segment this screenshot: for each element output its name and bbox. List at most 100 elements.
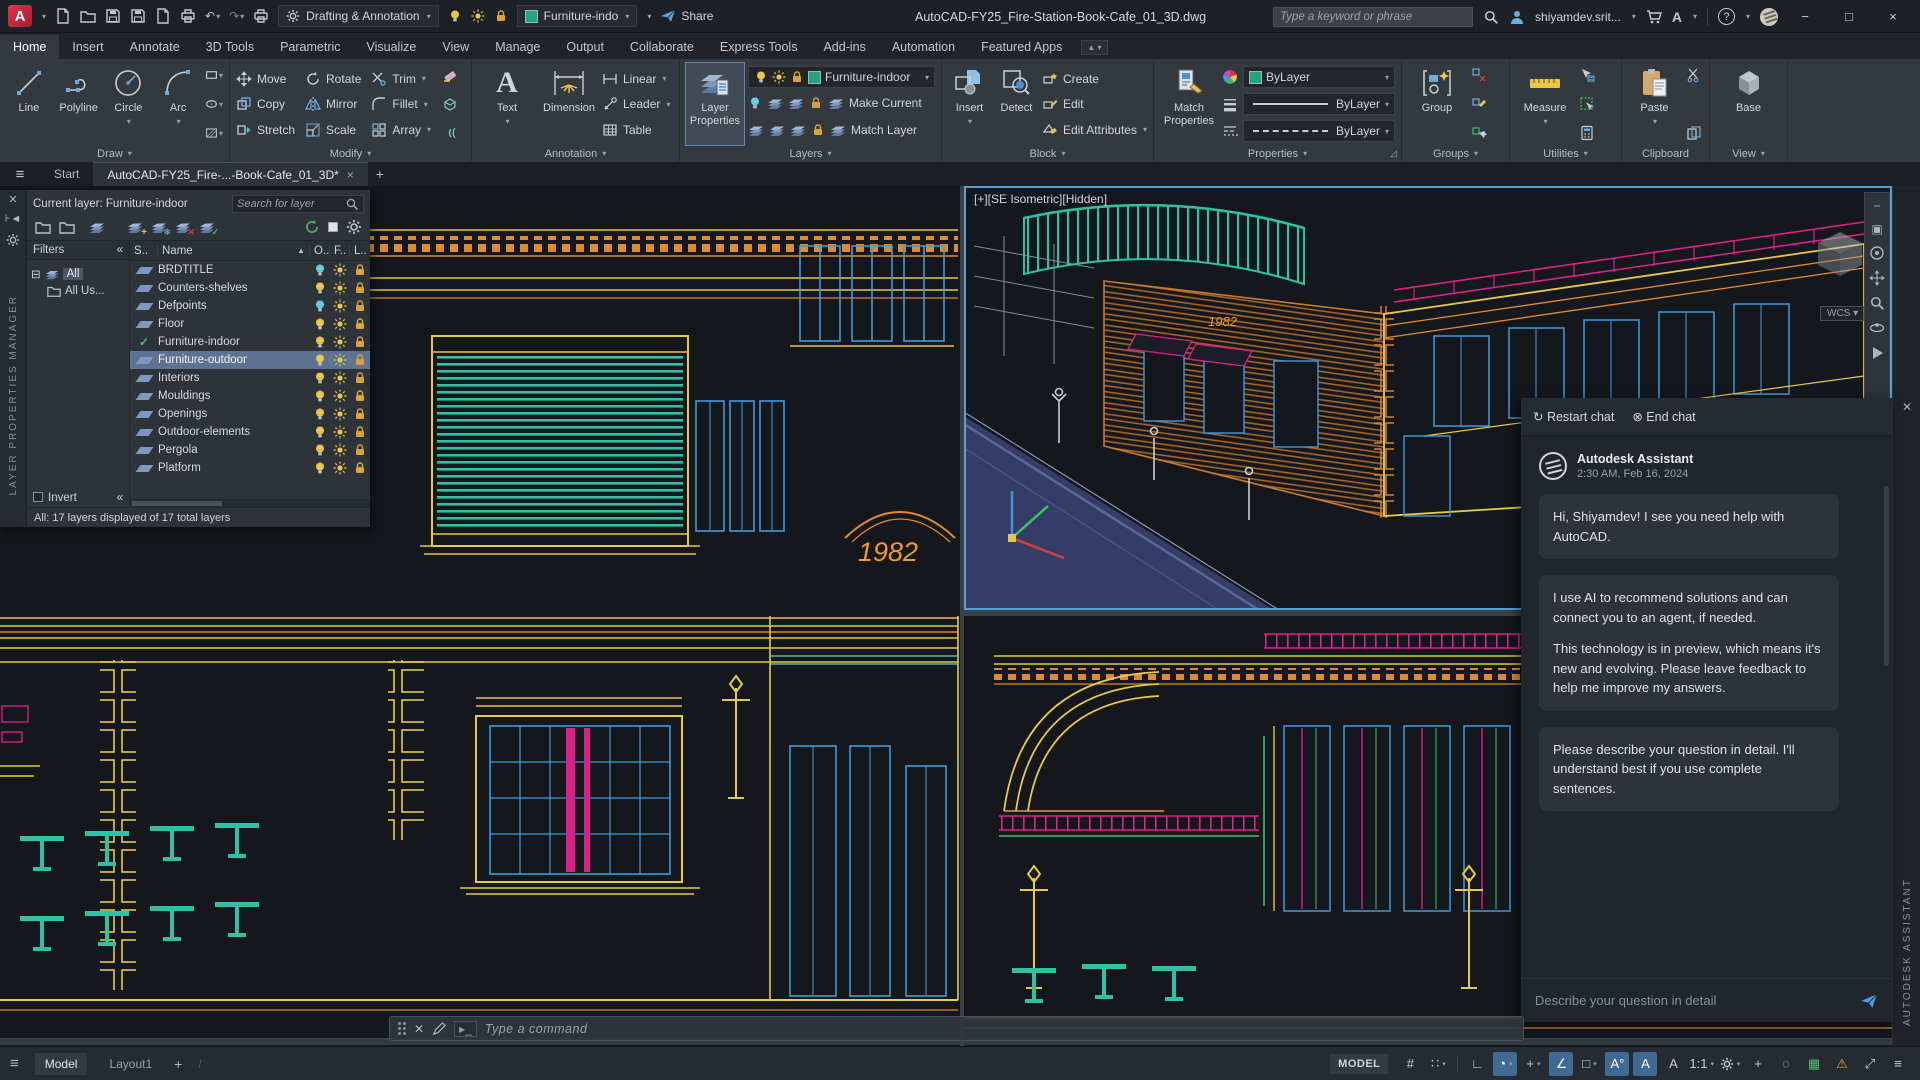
annotation-monitor-icon[interactable]: ⚠ xyxy=(1830,1052,1854,1076)
linear-button[interactable]: Linear ▾ xyxy=(602,66,670,91)
panel-label-block[interactable]: Block ▾ xyxy=(942,145,1153,162)
layer-lock-icon[interactable] xyxy=(350,317,370,331)
customize-command-icon[interactable] xyxy=(432,1021,446,1036)
restart-chat-button[interactable]: ↻ Restart chat xyxy=(1533,409,1614,424)
layer-search-input[interactable] xyxy=(237,198,341,210)
command-line-close-icon[interactable]: ✕ xyxy=(414,1022,424,1036)
delete-layer-icon[interactable]: ✕ xyxy=(175,219,195,237)
layer-lock-icon[interactable] xyxy=(350,461,370,475)
layer-row[interactable]: Platform xyxy=(130,459,370,477)
undo-button[interactable]: ↶ ▾ xyxy=(205,9,220,23)
user-dropdown-icon[interactable]: ▾ xyxy=(1632,12,1636,21)
grid-toggle-icon[interactable]: # xyxy=(1398,1052,1422,1076)
tab-annotate[interactable]: Annotate xyxy=(117,35,193,59)
linetype-dropdown[interactable]: ByLayer ▾ xyxy=(1243,120,1395,142)
palette-close-icon[interactable]: ✕ xyxy=(8,195,17,206)
layer-freeze-icon[interactable] xyxy=(330,461,350,475)
select-all-icon[interactable] xyxy=(1578,66,1596,84)
layer-lock-icon[interactable] xyxy=(350,263,370,277)
qat-layer-freeze-icon[interactable] xyxy=(471,9,485,23)
scale-button[interactable]: Scale xyxy=(305,117,361,142)
object-snap-tracking-icon[interactable]: ∠ xyxy=(1549,1051,1574,1076)
logo-dropdown-icon[interactable]: ▾ xyxy=(42,12,46,21)
customization-icon[interactable]: ≡ xyxy=(1886,1052,1910,1076)
panel-label-layers[interactable]: Layers ▾ xyxy=(680,145,941,162)
line-button[interactable]: Line xyxy=(6,63,52,145)
graphics-performance-icon[interactable]: ▦ xyxy=(1802,1052,1826,1076)
tab-add-ins[interactable]: Add-ins xyxy=(810,35,878,59)
layer-dropdown[interactable]: Furniture-indoor ▾ xyxy=(748,66,935,88)
detect-button[interactable]: Detect xyxy=(995,63,1038,145)
share-button[interactable]: Share xyxy=(660,8,713,24)
plot-icon[interactable] xyxy=(180,8,196,24)
stretch-button[interactable]: Stretch xyxy=(236,117,295,142)
layer-lock-icon[interactable] xyxy=(350,281,370,295)
layer-on-icon[interactable] xyxy=(310,281,330,295)
panel-label-view[interactable]: View ▾ xyxy=(1710,145,1787,162)
crosshair-icon[interactable]: + xyxy=(1746,1052,1770,1076)
group-edit-icon[interactable] xyxy=(1470,95,1488,113)
tree-expand-icon[interactable]: ⊟ xyxy=(31,267,41,281)
polyline-button[interactable]: Polyline xyxy=(56,63,102,145)
base-button[interactable]: Base xyxy=(1720,63,1778,145)
layer-on-icon[interactable] xyxy=(310,389,330,403)
layer-row-selected[interactable]: Furniture-outdoor xyxy=(130,351,370,369)
user-avatar-icon[interactable] xyxy=(1509,9,1525,25)
app-store-icon[interactable] xyxy=(1646,9,1662,25)
layer-freeze-icon[interactable] xyxy=(330,407,350,421)
user-name[interactable]: shiyamdev.srit... xyxy=(1535,10,1621,24)
layer-on-icon[interactable] xyxy=(310,263,330,277)
save-icon[interactable] xyxy=(105,8,121,24)
refresh-icon[interactable] xyxy=(304,219,320,235)
layer-list-header[interactable]: S.. Name ▲ O.. F.. L.. xyxy=(130,241,370,261)
layer-freeze-icon[interactable] xyxy=(330,317,350,331)
layer-row[interactable]: Pergola xyxy=(130,441,370,459)
wcs-label[interactable]: WCS ▾ xyxy=(1820,306,1866,321)
layer-states-icon[interactable] xyxy=(89,219,105,235)
new-group-filter-icon[interactable] xyxy=(59,219,75,235)
ortho-toggle-icon[interactable]: ∟ xyxy=(1465,1052,1489,1076)
layer-on-icon[interactable] xyxy=(310,371,330,385)
ungroup-icon[interactable] xyxy=(1470,66,1488,84)
tab-start[interactable]: Start xyxy=(40,162,93,186)
new-layout-button[interactable]: + xyxy=(174,1056,182,1072)
tab-insert[interactable]: Insert xyxy=(59,35,116,59)
tab-automation[interactable]: Automation xyxy=(879,35,968,59)
qat-layer-on-icon[interactable] xyxy=(448,9,462,23)
new-property-filter-icon[interactable] xyxy=(35,219,51,235)
end-chat-button[interactable]: ⊗ End chat xyxy=(1632,409,1695,424)
panel-label-groups[interactable]: Groups ▾ xyxy=(1402,145,1509,162)
paste-button[interactable]: Paste ▾ xyxy=(1628,63,1681,145)
chat-input[interactable] xyxy=(1535,993,1850,1008)
new-drawing-tab-button[interactable]: + xyxy=(368,162,392,186)
cut-icon[interactable] xyxy=(1685,66,1703,84)
annotation-visibility-icon[interactable]: A° xyxy=(1605,1051,1630,1076)
snap-toggle-icon[interactable]: ∷ ▾ xyxy=(1426,1052,1450,1076)
open-icon[interactable] xyxy=(80,8,96,24)
workspace-dropdown[interactable]: Drafting & Annotation ▾ xyxy=(278,5,439,27)
layer-row[interactable]: Floor xyxy=(130,315,370,333)
tab-document[interactable]: AutoCAD-FY25_Fire-...-Book-Cafe_01_3D* × xyxy=(93,162,368,186)
invert-collapse-icon[interactable]: « xyxy=(117,492,123,504)
array-button[interactable]: Array ▾ xyxy=(371,117,431,142)
panel-label-clipboard[interactable]: Clipboard xyxy=(1622,145,1709,162)
new-layer-vp-frozen-icon[interactable]: ❄ xyxy=(151,219,171,237)
sort-icon[interactable]: ▲ xyxy=(297,246,305,255)
object-color-dropdown[interactable]: ByLayer ▾ xyxy=(1243,66,1395,88)
chat-scrollbar[interactable] xyxy=(1884,486,1889,666)
workspace-switching-icon[interactable]: ▾ xyxy=(1718,1052,1742,1076)
layer-properties-button[interactable]: Layer Properties xyxy=(685,62,745,146)
search-icon[interactable] xyxy=(1483,9,1499,25)
layer-lock-icon[interactable] xyxy=(350,299,370,313)
lineweight-dropdown[interactable]: ByLayer ▾ xyxy=(1243,93,1395,115)
recent-commands-icon[interactable]: ▸_ xyxy=(454,1020,477,1037)
layer-row[interactable]: Openings xyxy=(130,405,370,423)
layer-lock-icon[interactable] xyxy=(350,371,370,385)
offset-icon[interactable] xyxy=(441,124,459,142)
tab-collaborate[interactable]: Collaborate xyxy=(617,35,707,59)
layer-row[interactable]: Mouldings xyxy=(130,387,370,405)
fillet-button[interactable]: Fillet ▾ xyxy=(371,92,431,117)
minimize-button[interactable]: − xyxy=(1788,0,1822,33)
erase-icon[interactable] xyxy=(441,66,459,84)
layer-on-icon[interactable] xyxy=(310,299,330,313)
